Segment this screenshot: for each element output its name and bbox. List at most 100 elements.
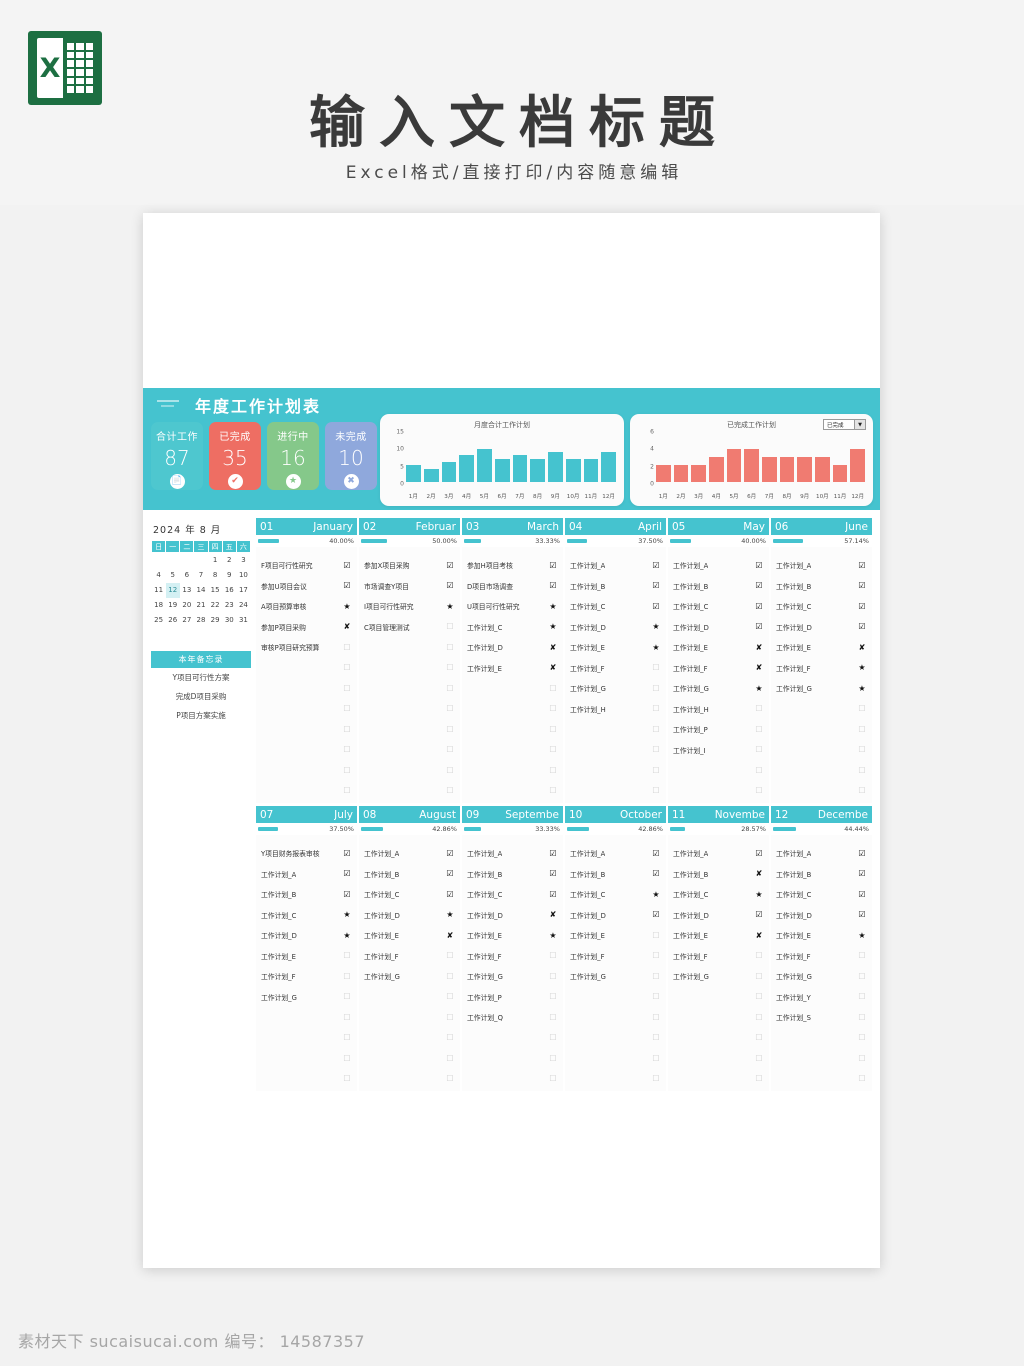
task-status-empty-icon[interactable]: ☐ xyxy=(754,766,764,775)
calendar-day[interactable]: 2 xyxy=(222,553,236,568)
task-status-empty-icon[interactable]: ☐ xyxy=(857,1074,867,1083)
task-status-empty-icon[interactable]: ☐ xyxy=(754,992,764,1001)
task-status-empty-icon[interactable]: ☐ xyxy=(651,1013,661,1022)
task-row[interactable]: 工作计划_A ☑ xyxy=(771,555,872,576)
task-row[interactable]: 工作计划_C ☑ xyxy=(771,596,872,617)
task-row[interactable]: ☐ xyxy=(256,1069,357,1090)
task-row[interactable]: 工作计划_E ☐ xyxy=(256,946,357,967)
task-row[interactable]: 参加U项目会议 ☑ xyxy=(256,576,357,597)
task-row[interactable]: C项目管理测试 ☐ xyxy=(359,617,460,638)
task-row[interactable]: 工作计划_P ☐ xyxy=(462,987,563,1008)
task-row[interactable]: ☐ xyxy=(462,678,563,699)
task-status-empty-icon[interactable]: ☐ xyxy=(445,704,455,713)
task-row[interactable]: F项目可行性研究 ☑ xyxy=(256,555,357,576)
task-row[interactable]: ☐ xyxy=(462,1028,563,1049)
task-status-cross-icon[interactable]: ✘ xyxy=(548,663,558,672)
task-row[interactable]: ☐ xyxy=(359,678,460,699)
task-row[interactable]: 审核P项目研究预算 ☐ xyxy=(256,637,357,658)
task-status-star-icon[interactable]: ★ xyxy=(857,931,867,940)
task-status-checked-icon[interactable]: ☑ xyxy=(857,602,867,611)
task-row[interactable]: ☐ xyxy=(668,760,769,781)
task-status-empty-icon[interactable]: ☐ xyxy=(342,725,352,734)
task-row[interactable]: 工作计划_E ★ xyxy=(771,925,872,946)
task-status-empty-icon[interactable]: ☐ xyxy=(754,745,764,754)
task-status-empty-icon[interactable]: ☐ xyxy=(651,786,661,795)
task-row[interactable]: 工作计划_F ☐ xyxy=(359,946,460,967)
task-status-empty-icon[interactable]: ☐ xyxy=(857,725,867,734)
task-status-checked-icon[interactable]: ☑ xyxy=(651,561,661,570)
task-status-empty-icon[interactable]: ☐ xyxy=(857,1013,867,1022)
calendar-day[interactable]: 22 xyxy=(208,598,222,613)
calendar-day[interactable]: 30 xyxy=(222,613,236,628)
task-row[interactable]: ☐ xyxy=(462,740,563,761)
task-row[interactable]: ☐ xyxy=(256,760,357,781)
task-row[interactable]: A项目预算审核 ★ xyxy=(256,596,357,617)
task-row[interactable]: 工作计划_F ☐ xyxy=(462,946,563,967)
task-row[interactable]: 参加H项目考核 ☑ xyxy=(462,555,563,576)
task-row[interactable]: 工作计划_G ★ xyxy=(771,678,872,699)
task-status-empty-icon[interactable]: ☐ xyxy=(548,704,558,713)
task-status-checked-icon[interactable]: ☑ xyxy=(548,890,558,899)
task-status-empty-icon[interactable]: ☐ xyxy=(651,992,661,1001)
task-row[interactable]: ☐ xyxy=(256,658,357,679)
task-row[interactable]: 工作计划_B ☑ xyxy=(771,864,872,885)
calendar-day[interactable]: 9 xyxy=(222,568,236,583)
task-status-star-icon[interactable]: ★ xyxy=(548,602,558,611)
task-row[interactable]: 工作计划_A ☑ xyxy=(668,555,769,576)
task-row[interactable]: ☐ xyxy=(565,1048,666,1069)
task-row[interactable]: 工作计划_D ☑ xyxy=(668,617,769,638)
task-status-empty-icon[interactable]: ☐ xyxy=(342,1074,352,1083)
task-row[interactable]: 工作计划_A ☑ xyxy=(462,843,563,864)
task-status-empty-icon[interactable]: ☐ xyxy=(342,643,352,652)
task-status-checked-icon[interactable]: ☑ xyxy=(754,622,764,631)
task-status-star-icon[interactable]: ★ xyxy=(342,602,352,611)
calendar-day[interactable]: 17 xyxy=(236,583,250,598)
task-row[interactable]: 工作计划_A ☑ xyxy=(565,555,666,576)
task-status-empty-icon[interactable]: ☐ xyxy=(445,1013,455,1022)
task-status-empty-icon[interactable]: ☐ xyxy=(857,1054,867,1063)
task-row[interactable]: ☐ xyxy=(359,781,460,802)
task-row[interactable]: ☐ xyxy=(359,740,460,761)
task-status-star-icon[interactable]: ★ xyxy=(651,622,661,631)
task-row[interactable]: ☐ xyxy=(256,1028,357,1049)
task-row[interactable]: ☐ xyxy=(359,1028,460,1049)
task-row[interactable]: 工作计划_A ☑ xyxy=(359,843,460,864)
task-status-empty-icon[interactable]: ☐ xyxy=(857,766,867,775)
task-row[interactable]: ☐ xyxy=(771,699,872,720)
calendar-day[interactable]: 4 xyxy=(152,568,166,583)
task-status-empty-icon[interactable]: ☐ xyxy=(548,1013,558,1022)
task-row[interactable]: ☐ xyxy=(256,740,357,761)
task-row[interactable]: ☐ xyxy=(668,1028,769,1049)
task-row[interactable]: 工作计划_A ☑ xyxy=(668,843,769,864)
task-status-checked-icon[interactable]: ☑ xyxy=(445,869,455,878)
task-status-empty-icon[interactable]: ☐ xyxy=(445,684,455,693)
task-row[interactable]: 工作计划_C ☑ xyxy=(771,884,872,905)
task-status-empty-icon[interactable]: ☐ xyxy=(445,786,455,795)
task-row[interactable]: 工作计划_D ☑ xyxy=(771,617,872,638)
task-status-star-icon[interactable]: ★ xyxy=(445,602,455,611)
task-status-checked-icon[interactable]: ☑ xyxy=(754,581,764,590)
task-status-empty-icon[interactable]: ☐ xyxy=(548,992,558,1001)
task-row[interactable]: 工作计划_H ☐ xyxy=(668,699,769,720)
task-row[interactable]: 工作计划_F ☐ xyxy=(565,658,666,679)
task-status-empty-icon[interactable]: ☐ xyxy=(857,745,867,754)
task-status-empty-icon[interactable]: ☐ xyxy=(342,766,352,775)
task-status-empty-icon[interactable]: ☐ xyxy=(445,766,455,775)
task-row[interactable]: 市场调查Y项目 ☑ xyxy=(359,576,460,597)
task-row[interactable]: ☐ xyxy=(668,1048,769,1069)
task-row[interactable]: 工作计划_H ☐ xyxy=(565,699,666,720)
task-status-star-icon[interactable]: ★ xyxy=(342,931,352,940)
task-row[interactable]: 工作计划_P ☐ xyxy=(668,719,769,740)
task-row[interactable]: ☐ xyxy=(565,719,666,740)
task-row[interactable]: ☐ xyxy=(565,740,666,761)
task-row[interactable]: 工作计划_F ☐ xyxy=(668,946,769,967)
task-row[interactable]: ☐ xyxy=(256,678,357,699)
task-row[interactable]: 工作计划_C ★ xyxy=(668,884,769,905)
calendar-day[interactable]: 19 xyxy=(166,598,180,613)
task-status-empty-icon[interactable]: ☐ xyxy=(548,766,558,775)
calendar-day[interactable]: 26 xyxy=(166,613,180,628)
calendar-day[interactable]: 31 xyxy=(236,613,250,628)
task-status-checked-icon[interactable]: ☑ xyxy=(342,849,352,858)
task-row[interactable]: D项目市场调查 ☑ xyxy=(462,576,563,597)
task-status-cross-icon[interactable]: ✘ xyxy=(857,643,867,652)
